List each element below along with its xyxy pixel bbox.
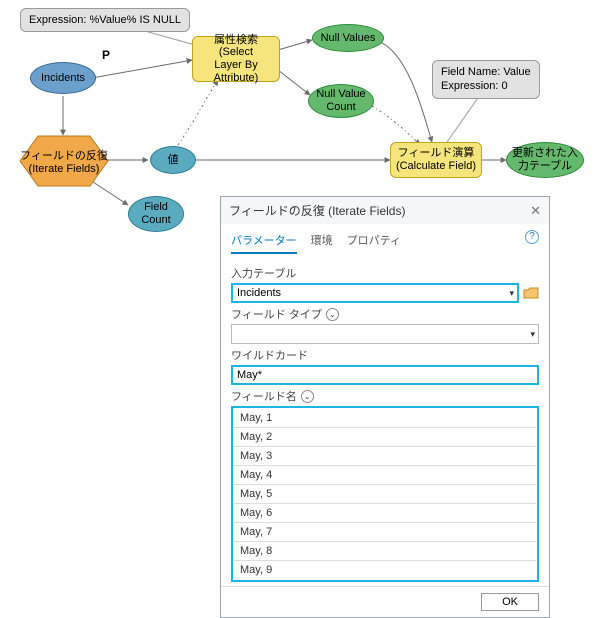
node-iterate-fields[interactable]: フィールドの反復 (Iterate Fields) [18, 134, 110, 188]
node-select-layer-by-attribute[interactable]: 属性検索 (SelectLayer ByAttribute) [192, 36, 280, 82]
node-field-count[interactable]: FieldCount [128, 196, 184, 232]
label-field-type: フィールド タイプ ⌄ [231, 306, 539, 322]
node-label: Count [141, 214, 170, 226]
list-item[interactable]: May, 7 [234, 523, 536, 542]
callout-slba-expression: Expression: %Value% IS NULL [20, 8, 190, 32]
node-null-values[interactable]: Null Values [312, 24, 384, 52]
node-label: Null Value [316, 88, 365, 100]
ok-button[interactable]: OK [481, 593, 539, 611]
input-table-combo[interactable]: Incidents ▾ [231, 283, 519, 303]
list-item[interactable]: May, 4 [234, 466, 536, 485]
node-label: Attribute) [214, 72, 259, 84]
close-icon[interactable]: ✕ [530, 203, 541, 219]
parameter-marker: P [102, 48, 110, 62]
callout-text: Expression: %Value% IS NULL [29, 14, 181, 26]
node-label: (Iterate Fields) [29, 163, 100, 175]
wildcard-value: May* [237, 369, 262, 381]
node-label: 値 [168, 154, 179, 167]
field-type-combo[interactable]: ▾ [231, 324, 539, 344]
node-null-value-count[interactable]: Null ValueCount [308, 84, 374, 118]
dropdown-arrow-icon: ▾ [530, 329, 535, 340]
node-label: フィールドの反復 [20, 150, 108, 162]
tab-properties[interactable]: プロパティ [347, 228, 401, 254]
label-input-table: 入力テーブル [231, 265, 539, 281]
tab-parameter[interactable]: パラメーター [231, 228, 297, 254]
node-label: Layer By [214, 59, 257, 71]
callout-calc-field: Field Name: Value Expression: 0 [432, 60, 540, 99]
node-label: Null Values [321, 32, 376, 45]
node-label: Field [144, 201, 168, 213]
input-table-value: Incidents [237, 287, 281, 299]
browse-folder-icon[interactable] [523, 285, 539, 301]
list-item[interactable]: May, 5 [234, 485, 536, 504]
list-item[interactable]: May, 3 [234, 447, 536, 466]
node-label: Incidents [41, 72, 85, 85]
iterate-fields-dialog: フィールドの反復 (Iterate Fields) ✕ パラメーター 環境 プロ… [220, 196, 550, 618]
tab-environment[interactable]: 環境 [311, 228, 333, 254]
dropdown-arrow-icon: ▾ [509, 288, 514, 299]
list-item[interactable]: May, 6 [234, 504, 536, 523]
wildcard-input[interactable]: May* [231, 365, 539, 385]
label-wildcard: ワイルドカード [231, 347, 539, 363]
node-label: (Calculate Field) [396, 160, 476, 172]
node-label: 力テーブル [518, 160, 572, 172]
chevron-down-icon[interactable]: ⌄ [301, 390, 314, 403]
node-label: 属性検索 (Select [214, 34, 258, 59]
list-item[interactable]: May, 8 [234, 542, 536, 561]
chevron-down-icon[interactable]: ⌄ [326, 308, 339, 321]
node-updated-table[interactable]: 更新された入力テーブル [506, 142, 584, 178]
node-label: フィールド演算 [398, 147, 475, 159]
node-label: Count [326, 101, 355, 113]
node-calculate-field[interactable]: フィールド演算(Calculate Field) [390, 142, 482, 178]
field-name-list[interactable]: May, 1 May, 2 May, 3 May, 4 May, 5 May, … [231, 406, 539, 582]
node-incidents[interactable]: Incidents [30, 62, 96, 94]
callout-text: Expression: 0 [441, 80, 508, 92]
dialog-titlebar[interactable]: フィールドの反復 (Iterate Fields) ✕ [221, 197, 549, 224]
dialog-tabs: パラメーター 環境 プロパティ ? [221, 224, 549, 254]
list-item[interactable]: May, 2 [234, 428, 536, 447]
node-value[interactable]: 値 [150, 146, 196, 174]
list-item[interactable]: May, 1 [234, 409, 536, 428]
dialog-title-text: フィールドの反復 (Iterate Fields) [229, 202, 405, 219]
node-label: 更新された入 [512, 147, 578, 159]
help-icon[interactable]: ? [525, 230, 539, 244]
list-item[interactable]: May, 9 [234, 561, 536, 579]
label-field-name: フィールド名 ⌄ [231, 388, 539, 404]
callout-text: Field Name: Value [441, 66, 531, 78]
